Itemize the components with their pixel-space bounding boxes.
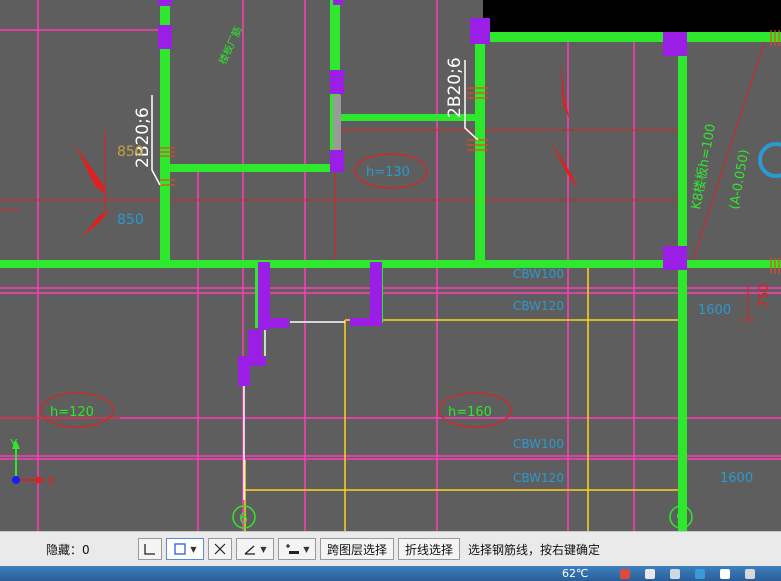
- green-note: 楼板厂筋: [216, 25, 245, 67]
- line-style-icon: [286, 544, 300, 554]
- dim-1600-lower: 1600: [720, 471, 753, 486]
- cross-layer-select-button[interactable]: 跨图层选择: [320, 538, 395, 560]
- axis-x-label: X: [47, 474, 55, 488]
- chevron-down-icon: ▼: [303, 544, 310, 554]
- rect-select-icon: [174, 543, 187, 555]
- cbw-label-4: CBW120: [513, 471, 564, 485]
- tray-app-icon[interactable]: [620, 569, 630, 579]
- select-mode-dropdown[interactable]: ▼: [166, 538, 204, 560]
- status-bar: 隐藏：0 ▼ ▼ ▼ 跨图层选择 折线选择 选择钢筋线，按右键确定: [0, 531, 781, 566]
- cross-icon: [214, 543, 226, 555]
- angle-icon: [244, 545, 256, 555]
- purple-columns: [158, 0, 687, 386]
- cbw-label-1: CBW100: [513, 267, 564, 281]
- temperature-readout: 62℃: [562, 567, 589, 580]
- grid-label-6: 6: [239, 511, 248, 527]
- tray-ime-icon[interactable]: [745, 569, 755, 579]
- tray-shield-icon[interactable]: [670, 569, 680, 579]
- elevation-note: (A-0.050): [727, 148, 752, 210]
- column-stub: [333, 95, 341, 150]
- ortho-icon: [144, 544, 155, 555]
- rebar-label-right: 2B20;6: [445, 57, 465, 118]
- axis-y-label: Y: [9, 437, 18, 451]
- taskbar: 62℃: [0, 566, 781, 581]
- slab-thickness-120: h=120: [50, 405, 94, 420]
- yellow-lines: [244, 268, 680, 531]
- cross-select-button[interactable]: [208, 538, 232, 560]
- slab-note-k8: K8楼板h=100: [689, 123, 719, 211]
- dim-850-lower: 850: [117, 212, 144, 228]
- dim-750: 750: [757, 283, 772, 308]
- status-message: 选择钢筋线，按右键确定: [468, 542, 601, 557]
- dim-1600-upper: 1600: [698, 303, 731, 318]
- tray-network-icon[interactable]: [645, 569, 655, 579]
- chevron-down-icon: ▼: [260, 544, 267, 554]
- black-region: [483, 0, 781, 32]
- angle-dropdown[interactable]: ▼: [236, 538, 274, 560]
- callout-ellipses: [40, 153, 512, 428]
- line-style-dropdown[interactable]: ▼: [278, 538, 316, 560]
- ortho-button[interactable]: [138, 538, 162, 560]
- polyline-select-button[interactable]: 折线选择: [398, 538, 461, 560]
- cbw-label-3: CBW100: [513, 437, 564, 451]
- slab-thickness-160: h=160: [448, 405, 492, 420]
- dimension-lines: [0, 39, 766, 419]
- chevron-down-icon: ▼: [190, 544, 197, 554]
- tray-cloud-icon[interactable]: [695, 569, 705, 579]
- cbw-label-2: CBW120: [513, 299, 564, 313]
- tray-volume-icon[interactable]: [720, 569, 730, 579]
- cad-application: 2B20;6 2B20;6 850 850 h=130 h=120 h=160 …: [0, 0, 781, 581]
- dim-850-upper: 850: [117, 144, 144, 160]
- slab-thickness-130: h=130: [366, 165, 410, 180]
- drawing-svg[interactable]: 2B20;6 2B20;6 850 850 h=130 h=120 h=160 …: [0, 0, 781, 531]
- drawing-canvas[interactable]: 2B20;6 2B20;6 850 850 h=130 h=120 h=160 …: [0, 0, 781, 531]
- circle-marker: [758, 142, 781, 178]
- hidden-count: 隐藏：0: [46, 542, 90, 557]
- grid-label-9: 9: [676, 511, 685, 527]
